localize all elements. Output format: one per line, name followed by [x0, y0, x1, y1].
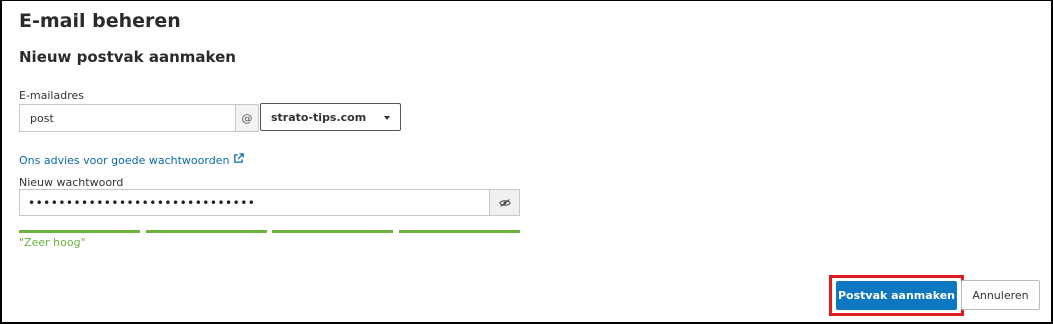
- dialog-frame: E-mail beheren Nieuw postvak aanmaken E-…: [0, 0, 1053, 324]
- cancel-button[interactable]: Annuleren: [961, 280, 1040, 310]
- password-label: Nieuw wachtwoord: [19, 176, 124, 189]
- domain-select[interactable]: strato-tips.com: [260, 103, 401, 131]
- at-addon: @: [235, 104, 259, 132]
- email-label: E-mailadres: [19, 89, 84, 102]
- section-title: Nieuw postvak aanmaken: [19, 48, 236, 66]
- password-mask: ••••••••••••••••••••••••••••••: [28, 195, 256, 210]
- strength-segment: [19, 230, 140, 233]
- password-strength-text: "Zeer hoog": [19, 236, 86, 249]
- password-input[interactable]: ••••••••••••••••••••••••••••••: [19, 189, 489, 216]
- password-advice-link-text: Ons advies voor goede wachtwoorden: [19, 153, 230, 167]
- domain-selected-value: strato-tips.com: [271, 110, 367, 124]
- page-title: E-mail beheren: [19, 10, 181, 32]
- eye-slash-icon: [498, 193, 511, 212]
- chevron-down-icon: [384, 116, 390, 120]
- strength-segment: [272, 230, 393, 233]
- external-link-icon: [233, 153, 245, 167]
- strength-segment: [399, 230, 520, 233]
- toggle-password-visibility-button[interactable]: [489, 189, 520, 216]
- strength-segment: [146, 230, 267, 233]
- password-advice-link[interactable]: Ons advies voor goede wachtwoorden: [19, 153, 245, 167]
- create-mailbox-button[interactable]: Postvak aanmaken: [836, 281, 957, 310]
- email-local-part-input[interactable]: [19, 104, 235, 132]
